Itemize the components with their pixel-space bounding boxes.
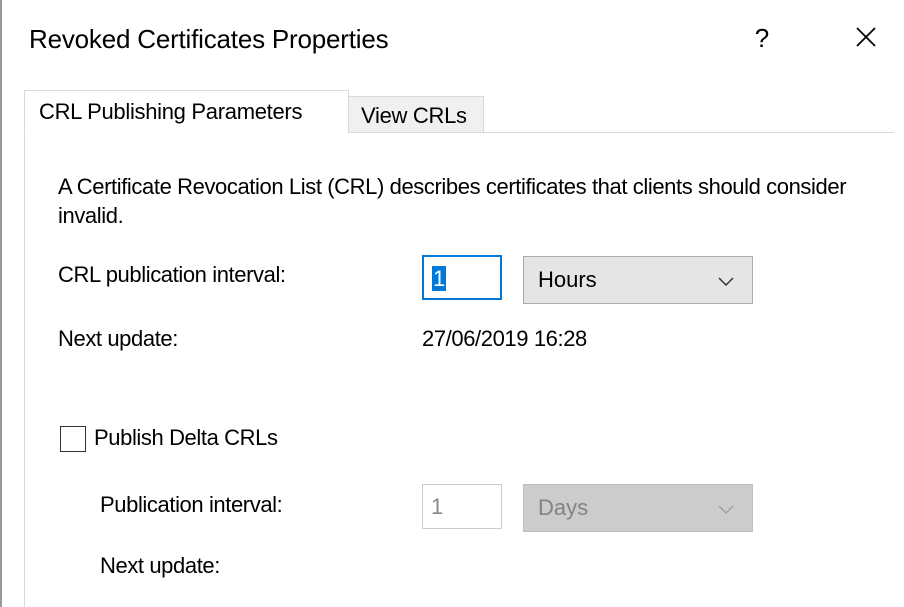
help-button[interactable]: ? bbox=[742, 18, 782, 58]
delta-interval-value: 1 bbox=[431, 494, 444, 519]
delta-interval-unit-value: Days bbox=[538, 495, 589, 520]
crl-interval-input[interactable]: 1 bbox=[422, 255, 502, 300]
crl-interval-unit-value: Hours bbox=[538, 267, 597, 292]
close-icon bbox=[856, 27, 876, 47]
crl-interval-unit-select[interactable]: Hours bbox=[523, 256, 753, 304]
crl-next-update-value: 27/06/2019 16:28 bbox=[422, 326, 587, 351]
title-bar: Revoked Certificates Properties ? bbox=[2, 0, 904, 80]
description-text: A Certificate Revocation List (CRL) desc… bbox=[58, 174, 847, 228]
delta-interval-label: Publication interval: bbox=[100, 492, 283, 517]
publish-delta-crls-checkbox[interactable] bbox=[60, 426, 86, 452]
delta-interval-unit-select[interactable]: Days bbox=[523, 484, 753, 532]
close-button[interactable] bbox=[844, 18, 888, 58]
crl-next-update-label: Next update: bbox=[58, 326, 178, 351]
delta-next-update-label: Next update: bbox=[100, 553, 220, 578]
crl-interval-value: 1 bbox=[432, 266, 447, 291]
crl-interval-label: CRL publication interval: bbox=[58, 262, 286, 287]
dialog-title: Revoked Certificates Properties bbox=[29, 24, 389, 54]
tab-view-crls[interactable]: View CRLs bbox=[348, 96, 484, 133]
chevron-down-icon bbox=[718, 505, 734, 515]
publish-delta-crls-label[interactable]: Publish Delta CRLs bbox=[94, 425, 278, 451]
tab-crl-publishing-parameters[interactable]: CRL Publishing Parameters bbox=[24, 90, 349, 134]
chevron-down-icon bbox=[718, 277, 734, 287]
delta-interval-input[interactable]: 1 bbox=[422, 484, 502, 529]
dialog-window: Revoked Certificates Properties ? CRL Pu… bbox=[0, 0, 904, 607]
